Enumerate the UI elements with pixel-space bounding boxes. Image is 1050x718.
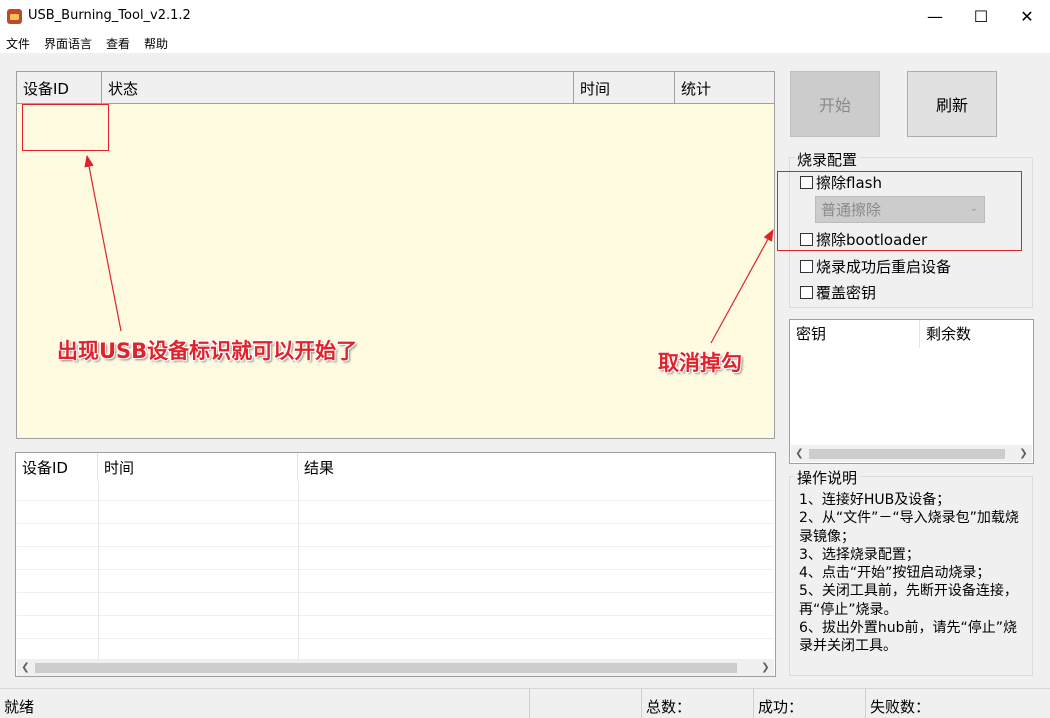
key-horizontal-scrollbar[interactable]: ❮ ❯ xyxy=(791,445,1032,462)
maximize-button[interactable]: ☐ xyxy=(958,0,1004,33)
menu-view[interactable]: 查看 xyxy=(106,35,130,52)
key-table[interactable]: 密钥 剩余数 ❮ ❯ xyxy=(789,319,1034,464)
right-annotation-text: 取消掉勾 xyxy=(658,351,742,375)
status-total: 总数： xyxy=(642,689,754,718)
column-time[interactable]: 时间 xyxy=(574,72,675,104)
row-divider xyxy=(17,592,774,593)
column-device-id[interactable]: 设备ID xyxy=(17,72,102,104)
device-table[interactable]: 设备ID 状态 时间 统计 xyxy=(16,71,775,439)
instruction-line: 4、点击“开始”按钮启动烧录； xyxy=(799,565,991,582)
result-column-time[interactable]: 时间 xyxy=(98,453,298,481)
title-bar: USB_Burning_Tool_v2.1.2 — ☐ ✕ xyxy=(0,0,1050,33)
column-divider xyxy=(298,481,299,659)
instructions-text: 1、连接好HUB及设备； 2、从“文件”－“导入烧录包”加载烧录镜像； 3、选择… xyxy=(799,491,1031,656)
instruction-line: 1、连接好HUB及设备； xyxy=(799,492,951,508)
row-divider xyxy=(17,500,774,501)
usb-tool-icon xyxy=(7,9,22,24)
chevron-left-icon[interactable]: ❮ xyxy=(791,445,808,462)
row-divider xyxy=(17,615,774,616)
burn-config-title: 烧录配置 xyxy=(794,149,861,170)
row-divider xyxy=(17,569,774,570)
minimize-button[interactable]: — xyxy=(912,0,958,33)
checkbox-box[interactable] xyxy=(800,286,813,299)
column-key[interactable]: 密钥 xyxy=(790,320,920,348)
column-status[interactable]: 状态 xyxy=(102,72,574,104)
column-divider xyxy=(98,481,99,659)
left-annotation-text: 出现USB设备标识就可以开始了 xyxy=(57,339,358,363)
overwrite-key-label: 覆盖密钥 xyxy=(816,284,877,302)
row-divider xyxy=(17,546,774,547)
overwrite-key-checkbox[interactable]: 覆盖密钥 xyxy=(800,282,876,303)
instruction-line: 5、关闭工具前，先断开设备连接，再“停止”烧录。 xyxy=(799,583,1018,618)
column-stats[interactable]: 统计 xyxy=(675,72,774,104)
row-divider xyxy=(17,523,774,524)
instruction-line: 2、从“文件”－“导入烧录包”加载烧录镜像； xyxy=(799,510,1019,545)
checkbox-box[interactable] xyxy=(800,260,813,273)
status-success: 成功： xyxy=(754,689,866,718)
result-table[interactable]: 设备ID 时间 结果 ❮ ❯ xyxy=(15,452,776,677)
instruction-line: 6、拔出外置hub前，请先“停止”烧录并关闭工具。 xyxy=(799,620,1018,655)
status-text: 就绪 xyxy=(0,689,530,718)
start-button[interactable]: 开始 xyxy=(790,71,880,137)
erase-options-highlight xyxy=(777,171,1022,251)
menu-language[interactable]: 界面语言 xyxy=(44,35,92,52)
result-column-result[interactable]: 结果 xyxy=(298,453,768,481)
scrollbar-thumb[interactable] xyxy=(35,663,737,673)
close-button[interactable]: ✕ xyxy=(1004,0,1050,33)
chevron-right-icon[interactable]: ❯ xyxy=(757,659,774,676)
reboot-after-checkbox[interactable]: 烧录成功后重启设备 xyxy=(800,256,951,277)
result-horizontal-scrollbar[interactable]: ❮ ❯ xyxy=(17,659,774,676)
chevron-right-icon[interactable]: ❯ xyxy=(1015,445,1032,462)
menu-help[interactable]: 帮助 xyxy=(144,35,168,52)
row-divider xyxy=(17,638,774,639)
scrollbar-thumb[interactable] xyxy=(809,449,1005,459)
instructions-title: 操作说明 xyxy=(794,467,861,488)
status-empty-cell xyxy=(530,689,642,718)
menu-file[interactable]: 文件 xyxy=(6,35,30,52)
instruction-line: 3、选择烧录配置； xyxy=(799,546,920,563)
window-title: USB_Burning_Tool_v2.1.2 xyxy=(28,8,191,23)
status-fail: 失败数： xyxy=(870,698,931,716)
device-id-highlight xyxy=(22,104,109,151)
menu-bar: 文件 界面语言 查看 帮助 xyxy=(0,33,1050,53)
refresh-button[interactable]: 刷新 xyxy=(907,71,997,137)
chevron-left-icon[interactable]: ❮ xyxy=(17,659,34,676)
reboot-after-label: 烧录成功后重启设备 xyxy=(816,258,952,276)
column-remaining[interactable]: 剩余数 xyxy=(920,320,1032,348)
result-column-device-id[interactable]: 设备ID xyxy=(16,453,98,481)
status-bar: 就绪 总数： 成功： 失败数： xyxy=(0,688,1050,718)
